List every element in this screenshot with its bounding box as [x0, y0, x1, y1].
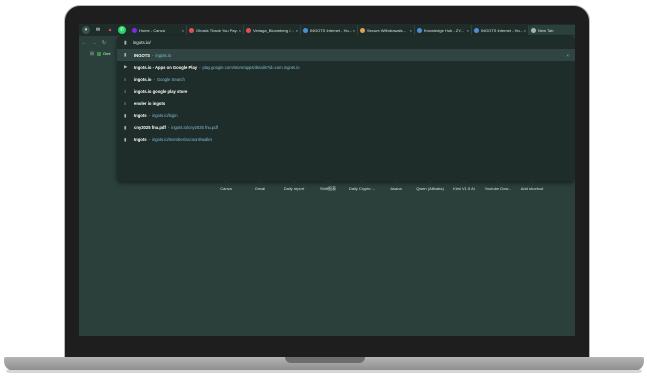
back-icon[interactable]: ← — [79, 40, 89, 46]
shortcut-label: Daily report — [283, 186, 305, 191]
suggestion-separator: - — [153, 76, 155, 82]
sheet-icon — [97, 51, 101, 56]
reload-icon[interactable]: ↻ — [99, 40, 109, 46]
browser-tab[interactable]: Home - Canva × — [130, 25, 187, 35]
suggestion-title: enoler io ingots — [134, 100, 166, 106]
ingots-icon: ▮ — [124, 112, 127, 118]
bookmark-item[interactable]: Gmi — [97, 51, 110, 56]
shortcut-label: Kimi V1.5 AI — [453, 186, 475, 191]
browser-tab[interactable]: Knowledge Hub - ZY... × — [415, 25, 472, 35]
tab-title: INGOTS Internet - Hu... — [481, 27, 523, 33]
laptop-shadow — [6, 370, 642, 373]
bookmark-label: Gmi — [103, 51, 111, 56]
tab-favicon-icon — [531, 27, 536, 33]
ingots-icon: ▮ — [124, 52, 127, 58]
suggestion-title: Ingots.io - Apps on Google Play — [134, 64, 198, 70]
suggestion-url: Google Search — [156, 76, 185, 82]
suggestion-separator: - — [148, 137, 150, 143]
ingots-icon: ▮ — [124, 124, 127, 130]
tab-title: INGOTS Internet - Hu... — [310, 27, 352, 33]
tab-title: Secure Withdrawals... — [367, 27, 406, 33]
suggestion-title: ingots.io — [134, 76, 152, 82]
ingots-icon: ▮ — [124, 136, 127, 142]
suggestion-separator: - — [148, 113, 150, 119]
tab-favicon-icon — [303, 27, 308, 33]
alert-icon[interactable]: ▲ — [106, 26, 114, 34]
close-icon[interactable]: × — [353, 28, 355, 33]
tab-title: Knowledge Hub - ZY... — [424, 27, 464, 33]
tab-favicon-icon — [189, 27, 194, 33]
tab-favicon-icon — [360, 27, 365, 33]
shortcut-label: Shift报表 — [319, 186, 336, 191]
laptop-notch — [285, 357, 365, 363]
suggestion-row[interactable]: ▮ Ingots - ingots.io/login — [117, 109, 575, 121]
suggestion-title: Ingots — [134, 113, 147, 119]
suggestion-url: ingots.io/login — [151, 113, 178, 119]
search-icon: ⌕ — [124, 88, 127, 94]
omnibox-dropdown: ▮ ingots.io/ ▮ INGOTS - ingots.io × ▶ Ingots.i… — [117, 36, 575, 181]
browser-tab[interactable]: INGOTS Internet - Hu... × — [301, 25, 358, 35]
suggestion-title: Ingots — [134, 137, 147, 143]
close-icon[interactable]: × — [524, 28, 526, 33]
suggestion-row[interactable]: ▶ Ingots.io - Apps on Google Play - play.go… — [117, 61, 575, 73]
browser-tab[interactable]: Secure Withdrawals... × — [358, 25, 415, 35]
omnibox-value[interactable]: ingots.io/ — [133, 40, 151, 45]
tab-title: Ghosts Thank You Pay... — [196, 27, 238, 33]
browser-window: ▾ ✉ ▲ ✆ Home - Canva × Ghosts Thank You Pa… — [79, 24, 575, 336]
suggestion-title: cny2025 fnu.pdf — [134, 125, 166, 131]
shortcut-label: Youtube Dow... — [484, 186, 512, 191]
suggestion-title: INGOTS — [134, 52, 151, 58]
shortcut-label: Gmail — [254, 186, 266, 191]
tab-title: Verlaga_Bloomberg /... — [253, 27, 294, 33]
tab-title: Home - Canva — [139, 27, 165, 33]
shortcut-label: Add shortcut — [520, 186, 544, 191]
shortcut-label: Qwen (Alibaba) — [416, 186, 444, 191]
close-icon[interactable]: × — [410, 28, 412, 33]
menu-icon[interactable]: ▾ — [82, 26, 90, 34]
suggestion-row[interactable]: ⌕ ingots.io google play store — [117, 85, 575, 97]
play-icon: ▶ — [124, 64, 128, 70]
suggestion-separator: - — [167, 125, 170, 131]
site-info-icon[interactable]: ▮ — [124, 40, 127, 46]
browser-tab[interactable]: INGOTS Internet - Hu... × — [472, 25, 529, 35]
suggestion-url: ingots.io/member/account/wallet — [151, 137, 212, 143]
apps-icon[interactable]: ⊞ — [87, 51, 97, 57]
shortcut-label: Daily Crypto ... — [348, 186, 376, 191]
laptop-frame: ▾ ✉ ▲ ✆ Home - Canva × Ghosts Thank You Pa… — [0, 0, 647, 376]
suggestion-url: ingots.io/cny2025 fnu.pdf — [171, 125, 218, 131]
remove-suggestion-icon[interactable]: × — [567, 53, 569, 58]
suggestion-row[interactable]: ⌕ enoler io ingots — [117, 97, 575, 109]
close-icon[interactable]: × — [467, 28, 469, 33]
forward-icon[interactable]: → — [89, 40, 99, 46]
close-icon[interactable]: × — [239, 28, 241, 33]
omnibox[interactable]: ▮ ingots.io/ — [117, 36, 575, 49]
close-icon[interactable]: × — [296, 28, 298, 33]
suggestion-row[interactable]: ▮ INGOTS - ingots.io × — [117, 49, 575, 62]
suggestion-row[interactable]: ▮ Ingots - ingots.io/member/account/wallet — [117, 134, 575, 146]
suggestion-row[interactable]: ▮ cny2025 fnu.pdf - ingots.io/cny2025 fnu.p… — [117, 122, 575, 134]
suggestion-row[interactable]: ⌕ ingots.io - Google Search — [117, 73, 575, 85]
tab-strip: ▾ ✉ ▲ ✆ Home - Canva × Ghosts Thank You Pa… — [79, 24, 575, 36]
search-icon: ⌕ — [124, 100, 127, 106]
suggestion-url: ingots.io — [155, 52, 172, 58]
tab-favicon-icon — [417, 27, 422, 33]
browser-tab[interactable]: Verlaga_Bloomberg /... × — [244, 25, 301, 35]
shortcut-label: Asana — [390, 186, 402, 191]
whatsapp-icon[interactable]: ✆ — [118, 26, 126, 34]
suggestion-separator: - — [152, 52, 154, 58]
tab-favicon-icon — [246, 27, 251, 33]
close-icon[interactable]: × — [182, 28, 184, 33]
suggestion-url: play.google.com/store/apps/details?id=co… — [202, 64, 300, 70]
tab-favicon-icon — [132, 27, 137, 33]
tab-title: New Tab — [538, 27, 554, 33]
browser-tab[interactable]: New Tab× — [529, 25, 575, 35]
tab-favicon-icon — [474, 27, 479, 33]
search-icon: ⌕ — [124, 76, 127, 82]
extension-icon[interactable]: ✉ — [94, 26, 102, 34]
suggestion-separator: - — [199, 64, 201, 70]
shortcut-label: Canva — [220, 186, 232, 191]
suggestion-title: ingots.io google play store — [134, 88, 188, 94]
browser-tab[interactable]: Ghosts Thank You Pay... × — [187, 25, 244, 35]
